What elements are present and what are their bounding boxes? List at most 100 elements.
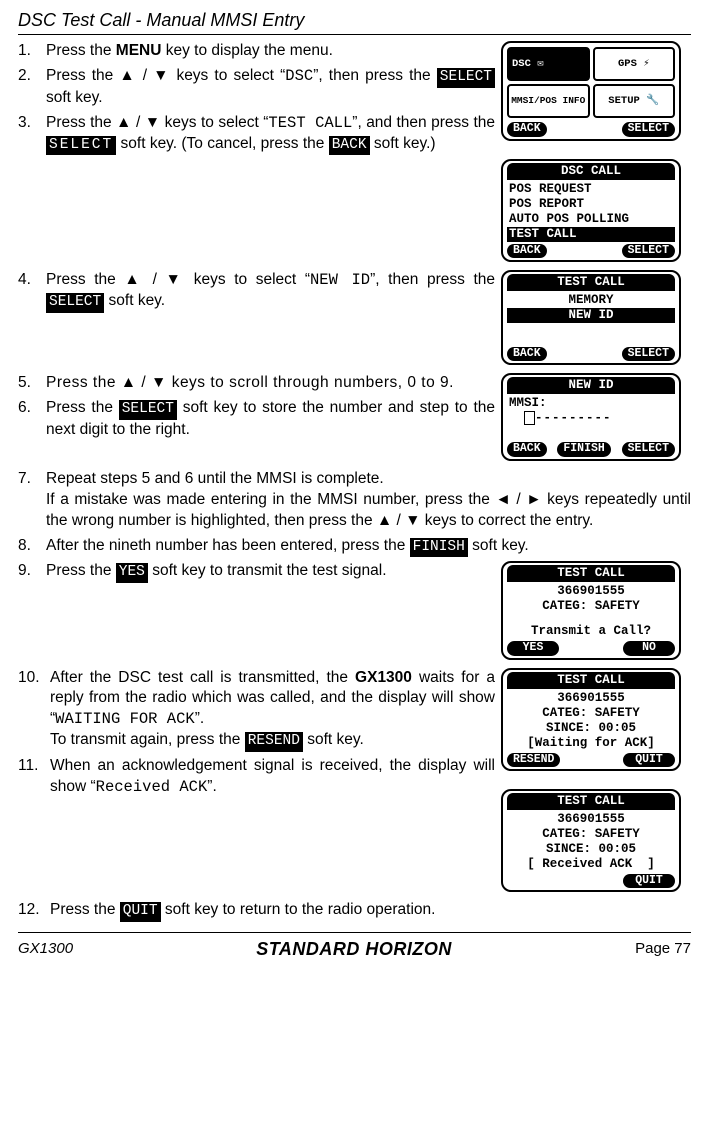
- text: ”, and then press the: [352, 114, 495, 131]
- step-num: 1.: [18, 41, 46, 62]
- step-num: 11.: [18, 756, 50, 798]
- screen-title: TEST CALL: [507, 565, 675, 582]
- text: soft key. (To cancel, press the: [116, 135, 329, 152]
- screen-title: TEST CALL: [507, 793, 675, 810]
- screen-title: TEST CALL: [507, 274, 675, 291]
- step-2: 2. Press the ▲ / ▼ keys to select “DSC”,…: [18, 66, 495, 108]
- product-gx1300: GX1300: [355, 669, 412, 686]
- softkey-resend: RESEND: [245, 732, 303, 752]
- text: ”.: [207, 778, 216, 795]
- text: Press the ▲ / ▼ keys to select “: [46, 114, 268, 131]
- softkey-select: SELECT: [119, 400, 177, 420]
- step-num: 12.: [18, 900, 50, 922]
- footer-page-number: Page 77: [635, 939, 691, 959]
- screen-since: SINCE: 00:05: [507, 721, 675, 736]
- footer-brand: STANDARD HORIZON: [256, 937, 452, 961]
- step-body: Press the ▲ / ▼ keys to select “NEW ID”,…: [46, 270, 495, 312]
- screen-softkey-empty: XXX: [507, 874, 540, 888]
- step-body: Press the ▲ / ▼ keys to scroll through n…: [46, 373, 495, 394]
- tile-label: SETUP 🔧: [608, 95, 659, 108]
- step-num: 9.: [18, 561, 46, 583]
- text: soft key.): [370, 135, 436, 152]
- step-body: Press the ▲ / ▼ keys to select “DSC”, th…: [46, 66, 495, 108]
- status-received: Received ACK: [96, 778, 208, 796]
- screen-softkey-no: NO: [623, 641, 675, 655]
- softkey-yes: YES: [116, 563, 148, 583]
- step-num: 7.: [18, 469, 46, 532]
- footer-model: GX1300: [18, 939, 73, 959]
- screen-category: CATEG: SAFETY: [507, 827, 675, 842]
- step-1: 1. Press the MENU key to display the men…: [18, 41, 495, 62]
- text: soft key.: [468, 537, 529, 554]
- softkey-back: BACK: [329, 136, 370, 156]
- step-num: 10.: [18, 668, 50, 752]
- text: ”.: [195, 710, 204, 727]
- screen-waiting: TEST CALL 366901555 CATEG: SAFETY SINCE:…: [501, 668, 681, 771]
- text: If a mistake was made entering in the MM…: [46, 491, 691, 529]
- step-body: Press the MENU key to display the menu.: [46, 41, 495, 62]
- step-num: 8.: [18, 536, 46, 558]
- step-num: 6.: [18, 398, 46, 440]
- screen-category: CATEG: SAFETY: [507, 706, 675, 721]
- step-8: 8. After the nineth number has been ente…: [18, 536, 691, 558]
- step-num: 5.: [18, 373, 46, 394]
- step-7: 7. Repeat steps 5 and 6 until the MMSI i…: [18, 469, 691, 532]
- step-5: 5. Press the ▲ / ▼ keys to scroll throug…: [18, 373, 495, 394]
- text: Press the ▲ / ▼ keys to select “: [46, 67, 285, 84]
- screen-line: POS REQUEST: [507, 182, 675, 197]
- screen-status: [Waiting for ACK]: [507, 736, 675, 751]
- text: soft key to transmit the test signal.: [148, 562, 387, 579]
- screen-softkey-select: SELECT: [622, 244, 675, 258]
- step-10: 10. After the DSC test call is transmitt…: [18, 668, 495, 752]
- text: soft key.: [46, 89, 103, 106]
- screen-softkey-select: SELECT: [622, 442, 675, 456]
- step-body: Press the ▲ / ▼ keys to select “TEST CAL…: [46, 113, 495, 155]
- page-footer: GX1300 STANDARD HORIZON Page 77: [18, 932, 691, 969]
- screen-status: [ Received ACK ]: [507, 857, 675, 872]
- screen-mmsi-label: MMSI:: [507, 396, 675, 411]
- screen-mmsi-entry: ---------: [507, 411, 675, 426]
- text: ”, then press the: [370, 271, 495, 288]
- screen-softkey-back: BACK: [507, 347, 547, 361]
- screen-softkey-select: SELECT: [622, 347, 675, 361]
- screen-transmit: TEST CALL 366901555 CATEG: SAFETY Transm…: [501, 561, 681, 659]
- screen-test-call: TEST CALL MEMORY NEW ID BACK SELECT: [501, 270, 681, 365]
- step-body: Repeat steps 5 and 6 until the MMSI is c…: [46, 469, 691, 532]
- step-4: 4. Press the ▲ / ▼ keys to select “NEW I…: [18, 270, 495, 312]
- screen-mmsi-id: 366901555: [507, 691, 675, 706]
- tile-label: GPS ⚡: [618, 58, 650, 71]
- screen-received: TEST CALL 366901555 CATEG: SAFETY SINCE:…: [501, 789, 681, 892]
- text: Press the: [46, 399, 119, 416]
- step-num: 2.: [18, 66, 46, 108]
- screen-menu: DSC ✉ GPS ⚡ MMSI/POS INFO SETUP 🔧 BACK S…: [501, 41, 681, 140]
- text: After the nineth number has been entered…: [46, 537, 410, 554]
- step-num: 4.: [18, 270, 46, 312]
- softkey-select: SELECT: [46, 293, 104, 313]
- step-9: 9. Press the YES soft key to transmit th…: [18, 561, 495, 583]
- cursor-icon: [524, 411, 535, 425]
- screen-softkey-back: BACK: [507, 244, 547, 258]
- tile-label: DSC ✉: [512, 58, 544, 71]
- screen-new-id: NEW ID MMSI: --------- BACK FINISH SELEC…: [501, 373, 681, 460]
- text: Press the: [46, 562, 116, 579]
- softkey-quit: QUIT: [120, 902, 161, 922]
- step-3: 3. Press the ▲ / ▼ keys to select “TEST …: [18, 113, 495, 155]
- step-body: After the nineth number has been entered…: [46, 536, 691, 558]
- screen-selected-line: TEST CALL: [507, 227, 675, 242]
- step-12: 12. Press the QUIT soft key to return to…: [18, 900, 691, 922]
- screen-softkey-select: SELECT: [622, 122, 675, 136]
- text: To transmit again, press the: [50, 731, 245, 748]
- screen-category: CATEG: SAFETY: [507, 599, 675, 614]
- step-body: When an acknowledgement signal is receiv…: [50, 756, 495, 798]
- screen-mmsi-id: 366901555: [507, 812, 675, 827]
- screen-softkey-back: BACK: [507, 122, 547, 136]
- text: soft key.: [303, 731, 364, 748]
- screen-softkey-quit: QUIT: [623, 753, 675, 767]
- step-11: 11. When an acknowledgement signal is re…: [18, 756, 495, 798]
- mmsi-dashes: ---------: [535, 411, 612, 425]
- text: After the DSC test call is transmitted, …: [50, 669, 355, 686]
- softkey-select: SELECT: [46, 136, 116, 156]
- softkey-select: SELECT: [437, 68, 495, 88]
- text: ”, then press the: [313, 67, 437, 84]
- screen-softkey-yes: YES: [507, 641, 559, 655]
